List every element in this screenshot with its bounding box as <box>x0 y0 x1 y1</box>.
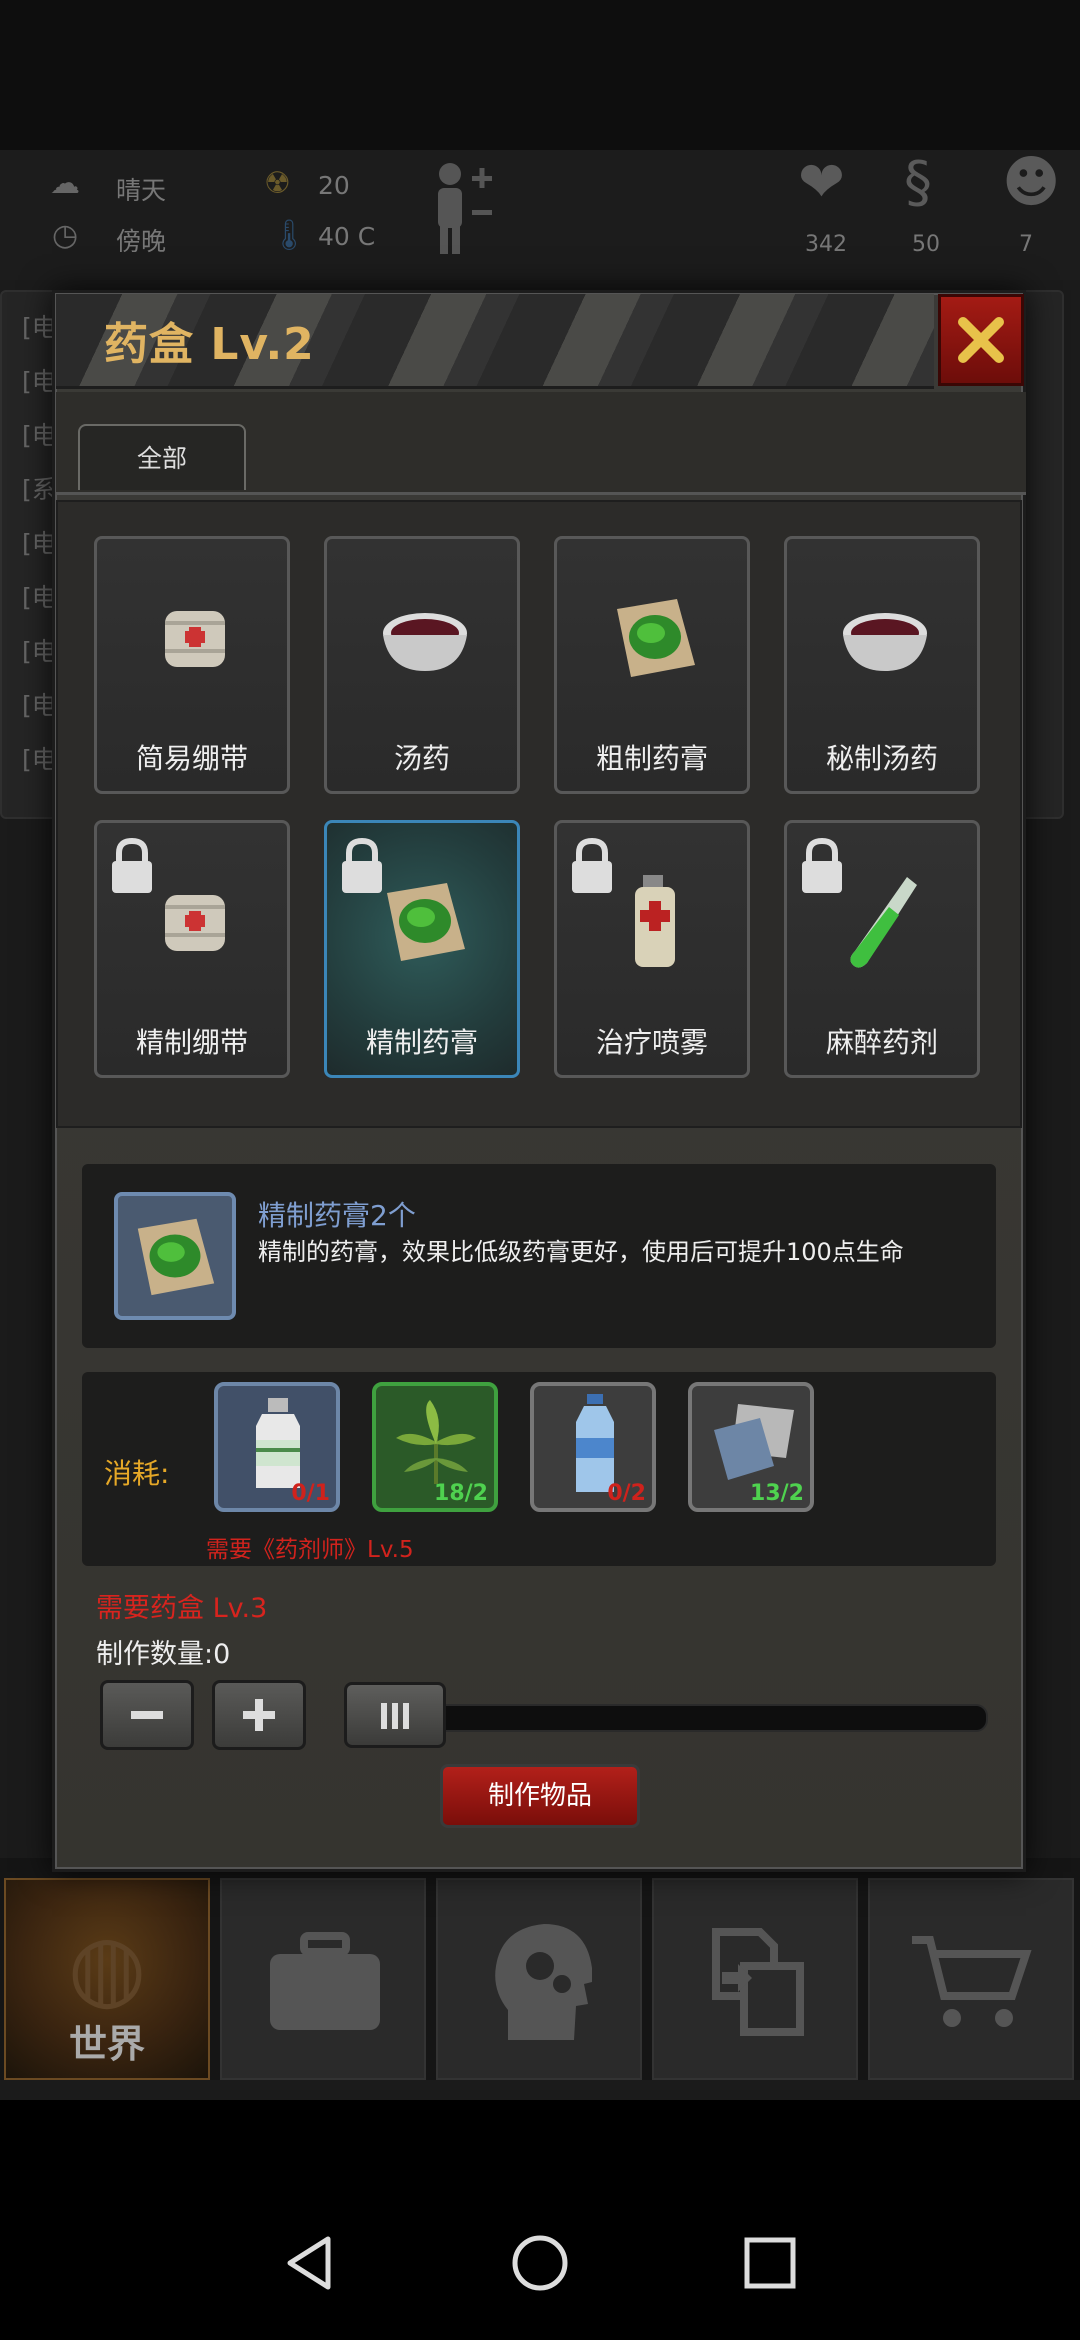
ointment-icon <box>137 1218 215 1296</box>
cloth-icon <box>714 1404 794 1480</box>
dialog-title: 药盒 Lv.2 <box>104 319 315 370</box>
hunger-value: 50 <box>912 232 940 257</box>
tab-shop[interactable] <box>868 1878 1074 2080</box>
minus-icon <box>131 1711 163 1719</box>
lock-icon <box>572 837 612 893</box>
health-value: 342 <box>805 232 847 257</box>
recipe-healing-spray[interactable]: 治疗喷雾 <box>554 820 750 1078</box>
bandage-icon <box>165 611 225 667</box>
recipe-label: 秘制汤药 <box>825 742 938 775</box>
thermometer-icon: 🌡 <box>270 218 309 253</box>
increase-button[interactable] <box>212 1680 306 1750</box>
herb-leaf-icon <box>396 1400 476 1484</box>
lock-icon <box>342 837 382 893</box>
recipe-soup[interactable]: 汤药 <box>324 536 520 794</box>
recents-nav-icon[interactable] <box>740 2233 800 2293</box>
ointment-icon <box>617 599 695 677</box>
consume-label: 消耗: <box>104 1457 170 1490</box>
lock-icon <box>112 837 152 893</box>
bandage-icon <box>165 895 225 951</box>
recipe-label: 汤药 <box>393 742 450 775</box>
spray-can-icon <box>635 875 675 967</box>
tab-trade[interactable] <box>652 1878 858 2080</box>
time-of-day-text: 傍晚 <box>116 227 167 256</box>
tab-all[interactable]: 全部 <box>78 424 246 490</box>
recipe-label: 精制药膏 <box>365 1026 478 1059</box>
plus-icon <box>243 1699 275 1731</box>
recipe-label: 简易绷带 <box>135 742 248 775</box>
transfer-icon <box>712 1928 804 2036</box>
top-dark-area <box>0 0 1080 150</box>
recipe-crude-ointment[interactable]: 粗制药膏 <box>554 536 750 794</box>
recipe-anesthetic[interactable]: 麻醉药剂 <box>784 820 980 1078</box>
tab-world[interactable]: ◍ 世界 <box>4 1878 210 2080</box>
weather-text: 晴天 <box>116 176 167 205</box>
stomach-icon: § <box>904 150 932 215</box>
ointment-icon <box>387 883 465 961</box>
clock-icon: ◷ <box>52 218 79 253</box>
back-nav-icon[interactable] <box>280 2233 340 2293</box>
lock-icon <box>802 837 842 893</box>
material-slot[interactable]: 13/2 <box>688 1382 814 1512</box>
recipe-refined-ointment[interactable]: 精制药膏 <box>324 820 520 1078</box>
home-nav-icon[interactable] <box>510 2233 570 2293</box>
soup-bowl-icon <box>843 613 927 671</box>
mind-value: 7 <box>1019 232 1033 257</box>
material-count: 13/2 <box>750 1481 804 1506</box>
recipe-label: 治疗喷雾 <box>595 1026 708 1059</box>
tab-world-label: 世界 <box>68 2022 145 2066</box>
recipe-secret-soup[interactable]: 秘制汤药 <box>784 536 980 794</box>
close-button[interactable] <box>938 294 1024 386</box>
medicine-bottle-icon <box>256 1398 300 1488</box>
mind-head-icon: ☻ <box>1002 150 1061 215</box>
detail-item-name: 精制药膏2个 <box>258 1199 416 1232</box>
material-slot[interactable]: 0/2 <box>530 1382 656 1512</box>
globe-icon: ◍ <box>67 1915 147 2020</box>
body-status-icon[interactable] <box>428 160 498 256</box>
detail-item-description: 精制的药膏，效果比低级药膏更好，使用后可提升100点生命 <box>258 1238 904 1266</box>
material-count: 0/1 <box>291 1481 330 1506</box>
skill-requirement: 需要《药剂师》Lv.5 <box>206 1537 414 1563</box>
cart-icon <box>912 1936 1032 2027</box>
close-icon <box>958 317 1004 363</box>
test-tube-icon <box>850 877 917 968</box>
briefcase-icon <box>270 1932 380 2030</box>
quantity-slider-handle[interactable] <box>344 1682 446 1748</box>
tab-skills[interactable] <box>436 1878 642 2080</box>
recipe-simple-bandage[interactable]: 简易绷带 <box>94 536 290 794</box>
radiation-value: 20 <box>318 171 350 200</box>
heart-icon: ❤ <box>798 150 845 215</box>
head-gears-icon <box>495 1924 592 2040</box>
recipe-label: 精制绷带 <box>135 1026 248 1059</box>
temperature-value: 40 C <box>318 222 376 251</box>
radiation-icon: ☢ <box>264 166 291 201</box>
material-count: 0/2 <box>607 1481 646 1506</box>
recipe-label: 麻醉药剂 <box>825 1026 938 1059</box>
cloud-sun-icon: ☁ <box>50 166 80 201</box>
material-count: 18/2 <box>434 1481 488 1506</box>
recipe-label: 粗制药膏 <box>595 742 708 775</box>
grip-icon <box>381 1703 409 1729</box>
decrease-button[interactable] <box>100 1680 194 1750</box>
craft-button[interactable]: 制作物品 <box>440 1764 640 1828</box>
craft-quantity: 制作数量:0 <box>96 1639 231 1670</box>
soup-bowl-icon <box>383 613 467 671</box>
tab-inventory[interactable] <box>220 1878 426 2080</box>
material-slot[interactable]: 0/1 <box>214 1382 340 1512</box>
detail-item-frame <box>114 1192 236 1320</box>
material-slot[interactable]: 18/2 <box>372 1382 498 1512</box>
recipe-refined-bandage[interactable]: 精制绷带 <box>94 820 290 1078</box>
box-level-requirement: 需要药盒 Lv.3 <box>96 1593 268 1624</box>
